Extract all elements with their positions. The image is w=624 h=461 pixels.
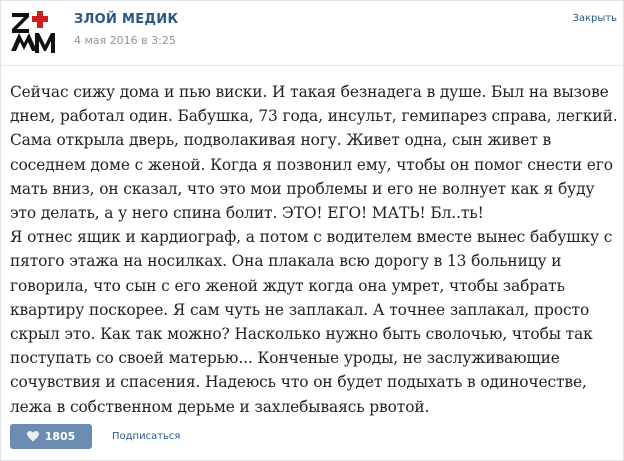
post-date[interactable]: 4 мая 2016 в 3:25 (74, 34, 176, 47)
community-name[interactable]: ЗЛОЙ МЕДИК (74, 12, 178, 27)
post-card: ЗЛОЙ МЕДИК 4 мая 2016 в 3:25 Закрыть Сей… (0, 0, 624, 461)
subscribe-link[interactable]: Подписаться (112, 431, 180, 442)
post-text: Сейчас сижу дома и пью виски. И такая бе… (10, 83, 618, 416)
heart-icon (26, 431, 39, 442)
header-divider (1, 65, 623, 66)
like-button[interactable]: 1805 (10, 424, 92, 449)
community-avatar[interactable] (8, 7, 58, 57)
close-button[interactable]: Закрыть (572, 13, 617, 24)
zm-logo-icon (8, 7, 58, 57)
like-count: 1805 (44, 430, 76, 443)
